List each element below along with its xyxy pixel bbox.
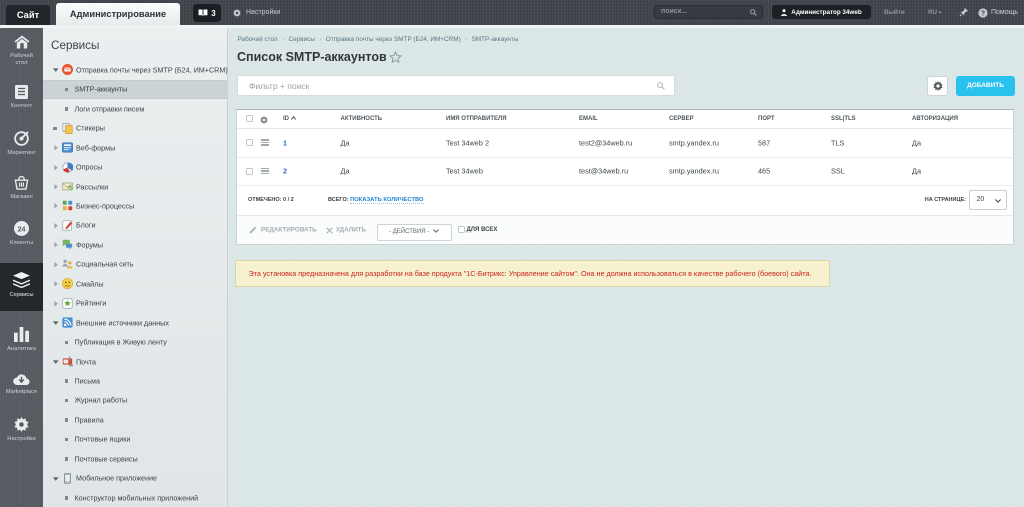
svg-text:24: 24 — [18, 226, 26, 233]
svg-text:?: ? — [981, 10, 985, 17]
svg-text:@: @ — [68, 185, 72, 190]
